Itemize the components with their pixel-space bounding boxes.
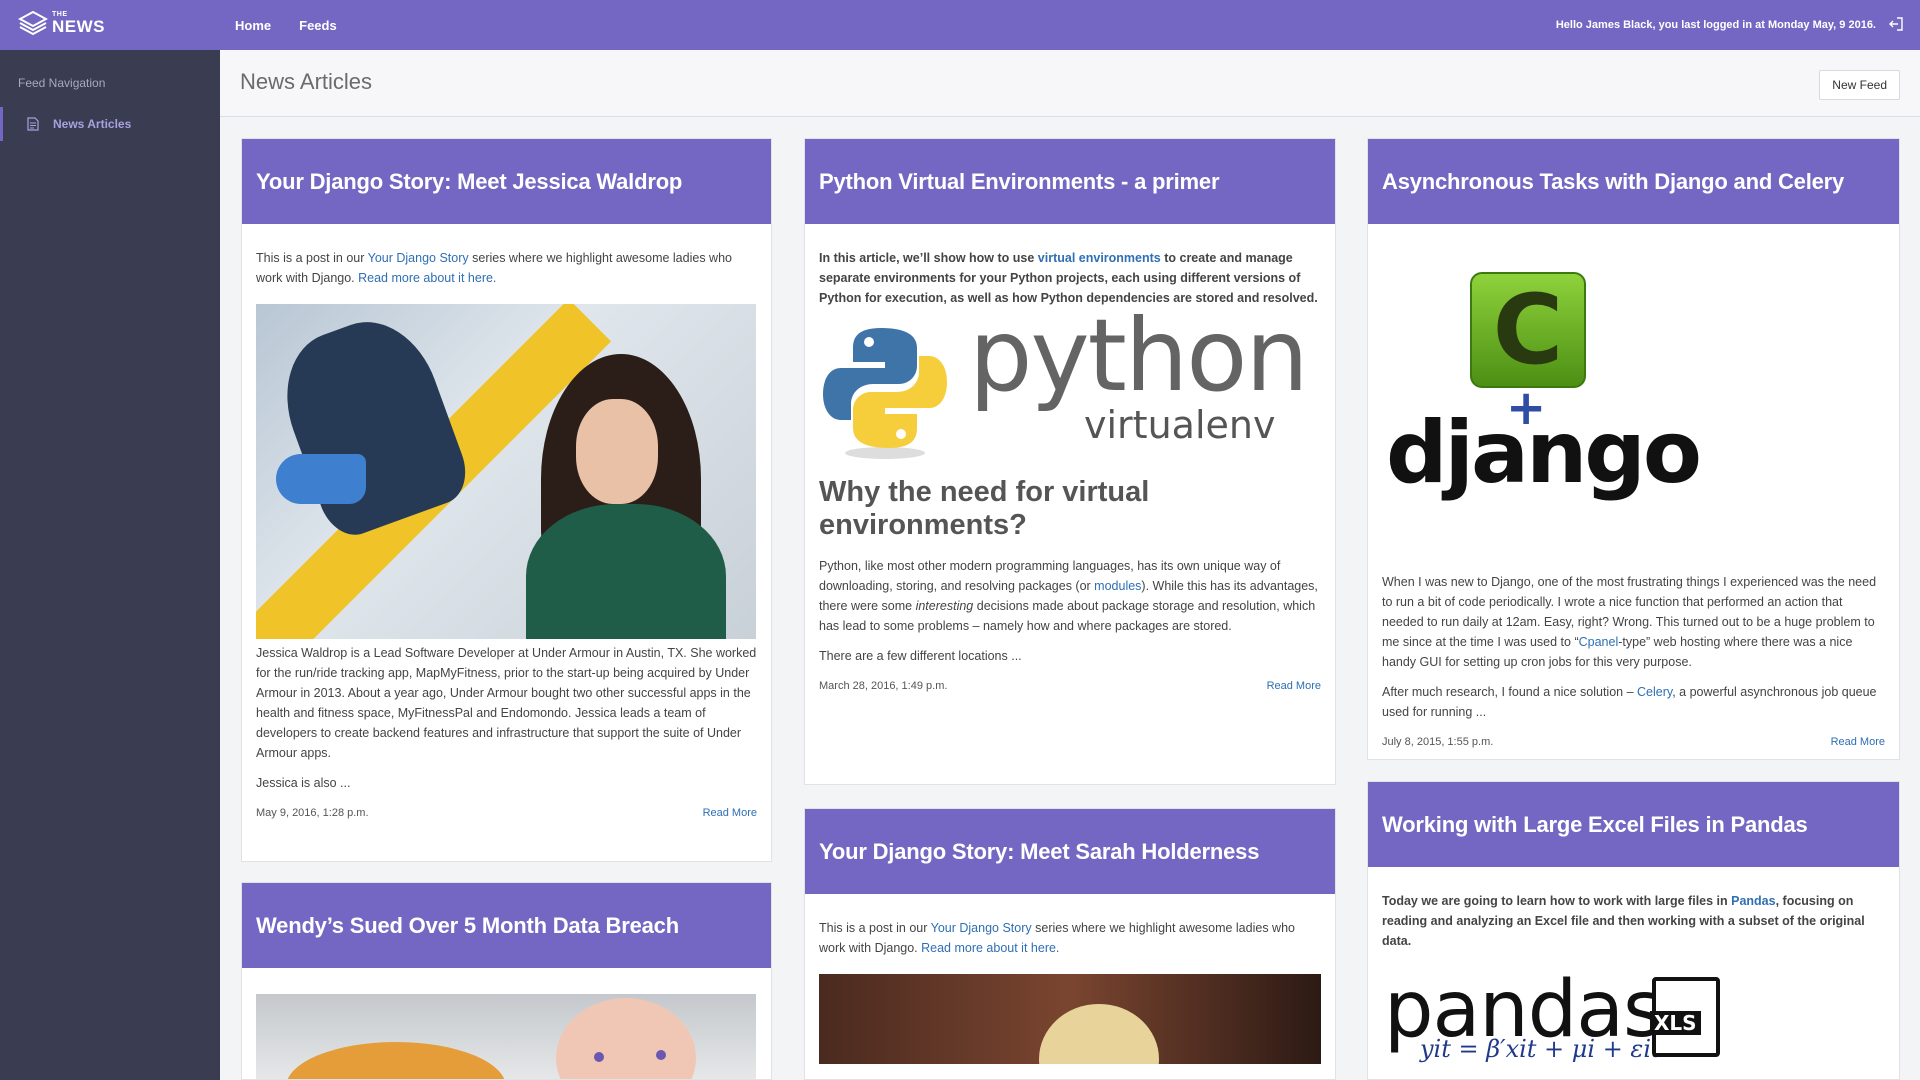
user-greeting: Hello James Black, you last logged in at… bbox=[1555, 19, 1876, 31]
celery-link[interactable]: Celery bbox=[1637, 685, 1672, 699]
python-wordmark: python bbox=[969, 297, 1309, 414]
article-title[interactable]: Your Django Story: Meet Sarah Holderness bbox=[819, 839, 1259, 865]
card-header: Your Django Story: Meet Sarah Holderness bbox=[805, 809, 1335, 894]
page-title: News Articles bbox=[240, 69, 373, 94]
article-date: July 8, 2015, 1:55 p.m. bbox=[1382, 736, 1494, 748]
article-card-celery: Asynchronous Tasks with Django and Celer… bbox=[1367, 138, 1900, 760]
article-title[interactable]: Asynchronous Tasks with Django and Celer… bbox=[1382, 169, 1844, 195]
article-teaser: Jessica is also ... bbox=[256, 776, 351, 790]
pandas-formula: yit = β′xit + μi + εit bbox=[1420, 1035, 1661, 1063]
pandas-link[interactable]: Pandas bbox=[1731, 894, 1775, 908]
article-body: Jessica Waldrop is a Lead Software Devel… bbox=[256, 646, 757, 760]
top-navbar: THE NEWS Home Feeds Hello James Black, y… bbox=[0, 0, 1920, 50]
article-teaser: There are a few different locations ... bbox=[819, 649, 1022, 663]
modules-link[interactable]: modules bbox=[1094, 579, 1141, 593]
nav-home[interactable]: Home bbox=[235, 18, 271, 33]
read-more-about-link[interactable]: Read more about it here. bbox=[358, 271, 496, 285]
article-image bbox=[819, 974, 1321, 1064]
article-date: March 28, 2016, 1:49 p.m. bbox=[819, 680, 948, 692]
xls-label: XLS bbox=[1650, 1011, 1701, 1035]
article-date: May 9, 2016, 1:28 p.m. bbox=[256, 807, 369, 819]
article-body: When I was new to Django, one of the mos… bbox=[1382, 572, 1885, 672]
your-django-story-link[interactable]: Your Django Story bbox=[368, 251, 469, 265]
logo-news: NEWS bbox=[52, 17, 105, 36]
your-django-story-link[interactable]: Your Django Story bbox=[931, 921, 1032, 935]
article-intro: This is a post in our Your Django Story … bbox=[256, 248, 757, 288]
article-card-wendy: Wendy’s Sued Over 5 Month Data Breach bbox=[241, 882, 772, 1080]
card-header: Python Virtual Environments - a primer bbox=[805, 139, 1335, 224]
file-icon bbox=[27, 117, 39, 131]
new-feed-button[interactable]: New Feed bbox=[1819, 70, 1900, 100]
sidebar: Feed Navigation News Articles bbox=[0, 50, 220, 1080]
intro-text: Today we are going to learn how to work … bbox=[1382, 894, 1732, 908]
card-header: Wendy’s Sued Over 5 Month Data Breach bbox=[242, 883, 771, 968]
python-logo-icon bbox=[823, 328, 947, 459]
nav-feeds[interactable]: Feeds bbox=[299, 18, 337, 33]
intro-text: This is a post in our bbox=[819, 921, 931, 935]
body-emphasis: interesting bbox=[915, 599, 974, 613]
article-intro: This is a post in our Your Django Story … bbox=[819, 918, 1321, 958]
virtualenv-wordmark: virtualenv bbox=[1084, 403, 1276, 447]
card-header: Working with Large Excel Files in Pandas bbox=[1368, 782, 1899, 867]
read-more-link[interactable]: Read More bbox=[1267, 676, 1321, 696]
logout-icon[interactable] bbox=[1888, 16, 1904, 32]
sidebar-item-label: News Articles bbox=[53, 117, 132, 131]
django-wordmark: django bbox=[1386, 403, 1702, 503]
intro-text: This is a post in our bbox=[256, 251, 368, 265]
article-title[interactable]: Wendy’s Sued Over 5 Month Data Breach bbox=[256, 913, 679, 939]
article-title[interactable]: Working with Large Excel Files in Pandas bbox=[1382, 812, 1808, 838]
app-logo[interactable]: THE NEWS bbox=[18, 10, 105, 36]
layers-logo-icon bbox=[18, 10, 48, 36]
celery-django-logo: C + django bbox=[1382, 272, 1885, 572]
article-image bbox=[256, 304, 756, 639]
page-header: News Articles New Feed bbox=[220, 50, 1920, 117]
article-card-pandas: Working with Large Excel Files in Pandas… bbox=[1367, 781, 1900, 1080]
article-intro: Today we are going to learn how to work … bbox=[1382, 891, 1885, 951]
article-card-sarah: Your Django Story: Meet Sarah Holderness… bbox=[804, 808, 1336, 1080]
intro-text: In this article, we’ll show how to use bbox=[819, 251, 1038, 265]
article-card-jessica: Your Django Story: Meet Jessica Waldrop … bbox=[241, 138, 772, 862]
read-more-link[interactable]: Read More bbox=[703, 803, 757, 823]
teaser-text: After much research, I found a nice solu… bbox=[1382, 685, 1637, 699]
sidebar-item-news-articles[interactable]: News Articles bbox=[0, 107, 220, 141]
card-header: Asynchronous Tasks with Django and Celer… bbox=[1368, 139, 1899, 224]
read-more-about-link[interactable]: Read more about it here. bbox=[921, 941, 1059, 955]
python-virtualenv-logo: python virtualenv bbox=[819, 306, 1321, 468]
article-image bbox=[256, 994, 756, 1079]
pandas-xls-logo: pandas yit = β′xit + μi + εit XLS bbox=[1382, 971, 1885, 1079]
xls-file-icon: XLS bbox=[1650, 977, 1720, 1057]
cpanel-link[interactable]: Cpanel bbox=[1579, 635, 1619, 649]
read-more-link[interactable]: Read More bbox=[1831, 732, 1885, 752]
article-subheading: Why the need for virtual environments? bbox=[819, 476, 1150, 541]
article-body: Python, like most other modern programmi… bbox=[819, 556, 1321, 636]
virtual-environments-link[interactable]: virtual environments bbox=[1038, 251, 1161, 265]
card-header: Your Django Story: Meet Jessica Waldrop bbox=[242, 139, 771, 224]
article-title[interactable]: Your Django Story: Meet Jessica Waldrop bbox=[256, 169, 682, 195]
celery-logo-icon: C bbox=[1470, 272, 1586, 388]
article-title[interactable]: Python Virtual Environments - a primer bbox=[819, 169, 1220, 195]
main-nav: Home Feeds bbox=[235, 0, 337, 50]
article-card-python: Python Virtual Environments - a primer I… bbox=[804, 138, 1336, 785]
article-teaser: After much research, I found a nice solu… bbox=[1382, 682, 1885, 722]
sidebar-heading: Feed Navigation bbox=[18, 76, 106, 90]
